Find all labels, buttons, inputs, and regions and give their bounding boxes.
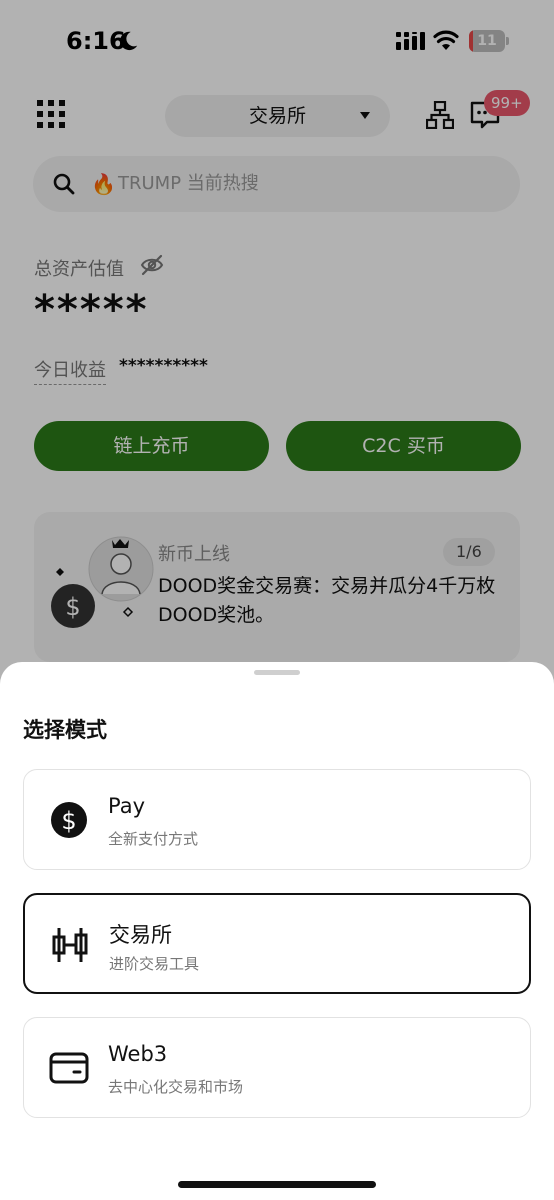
svg-text:$: $ bbox=[61, 807, 76, 835]
mode-option-pay[interactable]: $ Pay 全新支付方式 bbox=[23, 769, 531, 870]
mode-select-sheet: 选择模式 $ Pay 全新支付方式 交易所 进阶交易工具 Web3 去中心化交易… bbox=[0, 662, 554, 1200]
mode-option-title: 交易所 bbox=[109, 923, 172, 947]
candlestick-icon bbox=[52, 928, 88, 962]
mode-option-exchange[interactable]: 交易所 进阶交易工具 bbox=[23, 893, 531, 994]
dollar-circle-icon: $ bbox=[51, 802, 87, 838]
mode-option-subtitle: 去中心化交易和市场 bbox=[108, 1078, 244, 1096]
mode-option-subtitle: 全新支付方式 bbox=[108, 830, 199, 848]
sheet-title: 选择模式 bbox=[23, 718, 107, 742]
home-indicator[interactable] bbox=[178, 1181, 376, 1188]
mode-option-title: Pay bbox=[108, 794, 146, 818]
mode-option-web3[interactable]: Web3 去中心化交易和市场 bbox=[23, 1017, 531, 1118]
wallet-icon bbox=[49, 1052, 89, 1084]
drag-handle[interactable] bbox=[254, 670, 300, 675]
mode-option-subtitle: 进阶交易工具 bbox=[109, 955, 200, 973]
mode-option-title: Web3 bbox=[108, 1042, 168, 1066]
